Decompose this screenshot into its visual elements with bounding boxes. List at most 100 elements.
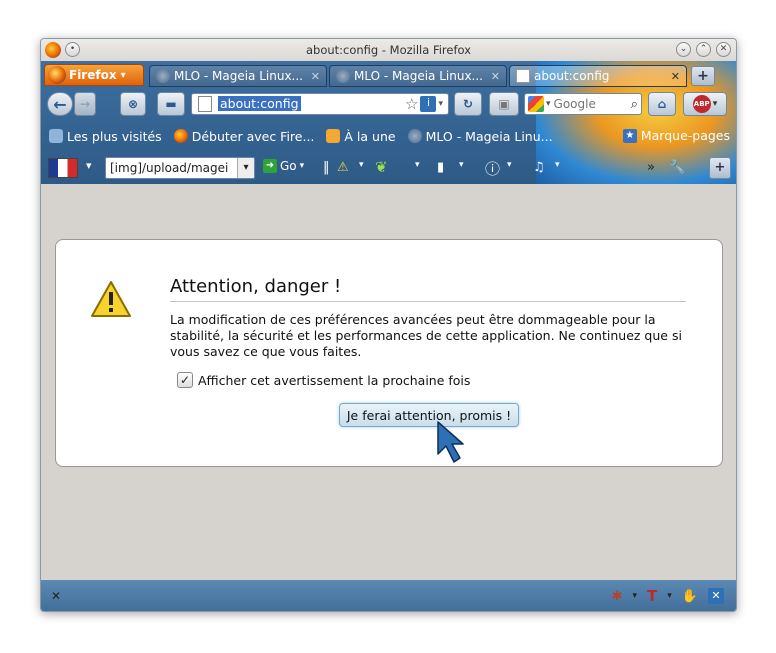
show-warning-checkbox[interactable]: ✓: [177, 372, 193, 388]
home-icon: ⌂: [657, 97, 667, 111]
addon-toolbar: ▾ [img]/upload/magei ▾ ➜ Go ▾ ‖ ⚠ ▾ ❦ ▾ …: [41, 153, 736, 183]
hand-addon-icon[interactable]: ✋: [682, 589, 698, 604]
chevron-down-icon[interactable]: ▾: [507, 160, 512, 170]
close-add-on-bar-icon[interactable]: ✕: [51, 589, 61, 603]
minimize-icon[interactable]: ⌄: [676, 42, 691, 57]
site-info-icon[interactable]: i: [420, 96, 437, 112]
bookmark-headlines[interactable]: À la une: [326, 128, 396, 144]
search-bar[interactable]: ▾ ⌕: [524, 93, 642, 115]
browser-window: • about:config - Mozilla Firefox ⌄ ⌃ ✕ F…: [40, 38, 737, 612]
tab-close-icon[interactable]: ✕: [671, 70, 680, 83]
bookmark-label: Les plus visités: [67, 128, 162, 144]
stop-icon: ⊗: [127, 97, 139, 111]
bookmarks-menu-label: Marque-pages: [640, 128, 730, 143]
chat-addon-button[interactable]: ▬: [157, 92, 185, 116]
tab-about-config[interactable]: about:config ✕: [509, 65, 687, 87]
google-engine-icon[interactable]: [528, 96, 544, 112]
sync-addon-icon[interactable]: ✕: [708, 588, 724, 604]
tab-close-icon[interactable]: ✕: [491, 70, 500, 83]
firefox-logo-icon: [48, 66, 66, 84]
tab-mlo-1[interactable]: MLO - Mageia Linux... ✕: [149, 65, 327, 87]
bookmark-getting-started[interactable]: Débuter avec Fire...: [173, 129, 314, 144]
french-flag-small-icon[interactable]: ▮: [437, 160, 444, 175]
firefox-app-icon[interactable]: [45, 42, 61, 58]
go-button[interactable]: ➜ Go ▾: [263, 159, 304, 173]
show-warning-label: Afficher cet avertissement la prochaine …: [198, 372, 471, 388]
chevron-down-icon[interactable]: ▾: [237, 158, 254, 178]
rss-feed-icon: [326, 129, 341, 143]
tab-label: MLO - Mageia Linux...: [174, 69, 303, 83]
window-menu-icon[interactable]: •: [65, 42, 80, 57]
wrench-icon[interactable]: 🔧: [669, 160, 685, 175]
chevron-down-icon[interactable]: ▾: [667, 591, 672, 601]
url-bar[interactable]: about:config ☆ i ▾: [191, 93, 449, 115]
bookmarks-star-icon: ★: [622, 128, 637, 143]
mageia-favicon-icon: [407, 129, 422, 143]
overflow-chevron-icon[interactable]: »: [647, 160, 655, 175]
url-value: about:config: [218, 96, 301, 111]
url-input[interactable]: about:config: [218, 96, 405, 112]
adblock-plus-button[interactable]: ABP ▾: [683, 92, 727, 116]
tab-label: about:config: [534, 69, 610, 83]
tab-close-icon[interactable]: ✕: [311, 70, 320, 83]
tab-mlo-2[interactable]: MLO - Mageia Linux... ✕: [329, 65, 507, 87]
url-history-dropdown-icon[interactable]: ▾: [438, 99, 443, 109]
close-window-icon[interactable]: ✕: [716, 42, 731, 57]
chevron-down-icon[interactable]: ▾: [415, 160, 420, 170]
window-controls: ⌄ ⌃ ✕: [676, 42, 731, 57]
chevron-down-icon: ▾: [712, 99, 718, 109]
go-arrow-icon: ➜: [263, 159, 277, 173]
maximize-icon[interactable]: ⌃: [696, 42, 711, 57]
addon-button[interactable]: ▣: [489, 92, 519, 116]
reload-button[interactable]: ↻: [454, 92, 482, 116]
forward-button[interactable]: →: [74, 92, 96, 116]
chevron-down-icon[interactable]: ▾: [86, 159, 92, 172]
title-bar-left: •: [45, 42, 80, 58]
text-tool-icon[interactable]: T: [647, 587, 657, 605]
arrow-right-icon: →: [79, 97, 91, 111]
bookmark-label: À la une: [344, 128, 396, 144]
new-tab-button[interactable]: +: [691, 66, 715, 86]
french-flag-icon[interactable]: [48, 158, 78, 178]
bookmark-most-visited[interactable]: Les plus visités: [49, 129, 162, 144]
chevron-down-icon[interactable]: ▾: [359, 160, 364, 170]
back-button[interactable]: ←: [47, 92, 73, 116]
leaf-addon-icon[interactable]: ❦: [375, 158, 388, 176]
add-toolbar-item-icon[interactable]: +: [709, 157, 731, 179]
search-icon[interactable]: ⌕: [631, 97, 638, 112]
info-icon[interactable]: ⓘ: [485, 158, 500, 179]
chevron-down-icon[interactable]: ▾: [555, 160, 560, 170]
search-input[interactable]: [553, 97, 631, 111]
bookmarks-menu-button[interactable]: ★ Marque-pages: [622, 128, 730, 143]
headphones-icon[interactable]: ♫: [533, 160, 545, 175]
mageia-favicon-icon: [156, 69, 170, 83]
add-on-bar: ✕ ✱ ▾ T ▾ ✋ ✕: [41, 580, 736, 611]
image-select-value: [img]/upload/magei: [110, 161, 229, 175]
tab-label: MLO - Mageia Linux...: [354, 69, 483, 83]
chevron-down-icon[interactable]: ▾: [459, 160, 464, 170]
reload-icon: ↻: [462, 97, 474, 111]
warning-panel: Attention, danger ! La modification de c…: [55, 239, 723, 467]
bookmark-label: MLO - Mageia Linu...: [425, 128, 553, 144]
bookmark-mlo[interactable]: MLO - Mageia Linu...: [407, 128, 553, 144]
firefox-menu-label: Firefox: [69, 68, 117, 82]
title-bar: • about:config - Mozilla Firefox ⌄ ⌃ ✕: [41, 39, 736, 61]
firefox-menu-button[interactable]: Firefox ▾: [44, 64, 144, 86]
stop-button[interactable]: ⊗: [120, 92, 146, 116]
promise-careful-button[interactable]: Je ferai attention, promis !: [339, 403, 519, 427]
engine-dropdown-icon[interactable]: ▾: [546, 99, 551, 109]
separator-icon: ‖: [323, 160, 330, 175]
home-button[interactable]: ⌂: [648, 92, 676, 116]
arrow-left-icon: ←: [53, 94, 67, 114]
bug-addon-icon[interactable]: ✱: [612, 589, 623, 604]
warning-description: La modification de ces préférences avanc…: [170, 312, 682, 359]
navigation-toolbar: ← → ⊗ ▬ about:config ☆ i ▾ ↻ ▣ ▾ Google …: [41, 89, 736, 119]
bookmark-star-icon[interactable]: ☆: [405, 95, 418, 113]
show-warning-checkbox-row[interactable]: ✓ Afficher cet avertissement la prochain…: [177, 372, 470, 388]
browser-chrome: Firefox ▾ MLO - Mageia Linux... ✕ MLO - …: [41, 61, 736, 184]
page-favicon-icon: [516, 69, 530, 83]
feed-addon-icon[interactable]: ⚠: [337, 160, 349, 175]
image-upload-select[interactable]: [img]/upload/magei ▾: [105, 157, 255, 179]
chevron-down-icon[interactable]: ▾: [633, 591, 638, 601]
warning-triangle-icon: [91, 281, 131, 317]
